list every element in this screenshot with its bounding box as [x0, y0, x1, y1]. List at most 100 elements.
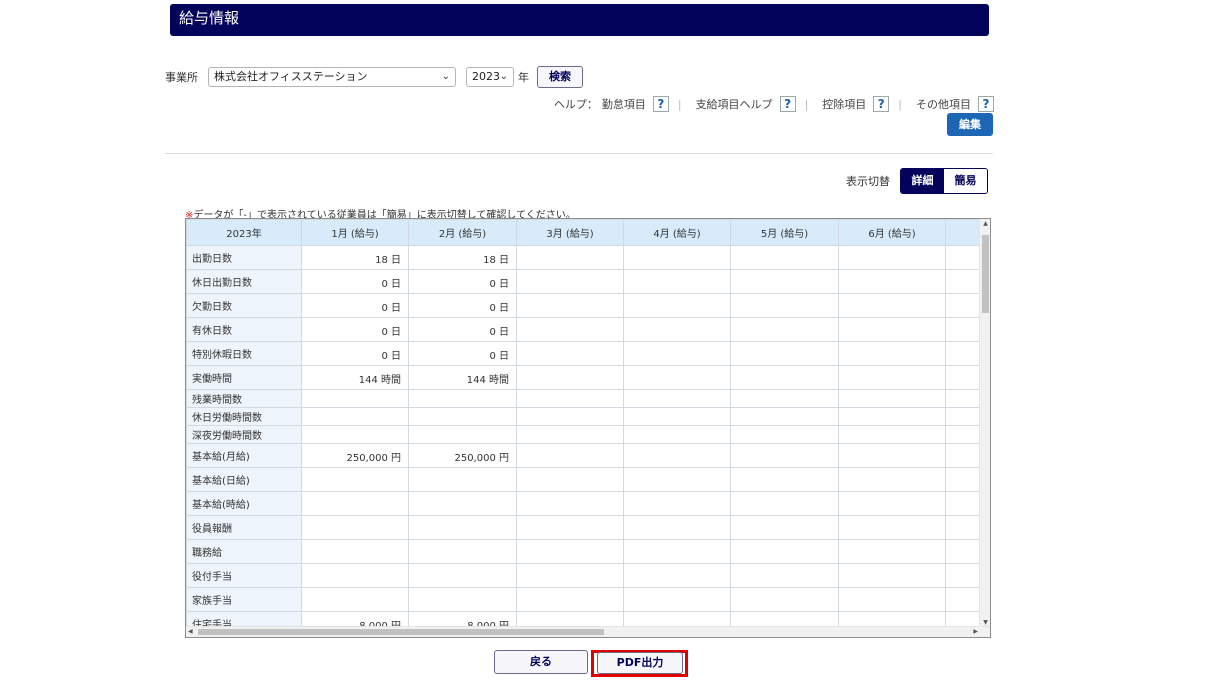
table-cell: 0 日 [301, 269, 409, 294]
office-select[interactable]: 株式会社オフィスステーション ⌄ [208, 67, 456, 87]
table-cell [623, 587, 731, 612]
table-cell [838, 515, 946, 540]
table-cell: 144 時間 [301, 365, 409, 390]
table-cell [516, 269, 624, 294]
help-icon[interactable]: ? [652, 96, 669, 112]
table-cell [623, 563, 731, 588]
column-header: 1月 (給与) [301, 219, 409, 246]
table-row: 欠勤日数 0 日0 日 [186, 293, 990, 318]
table-cell [838, 491, 946, 516]
help-prefix: ヘルプ： [553, 98, 598, 111]
scroll-down-arrow-icon[interactable]: ▼ [980, 619, 990, 626]
scroll-right-arrow-icon[interactable]: ▶ [973, 627, 978, 637]
vertical-scroll-thumb[interactable] [982, 235, 989, 313]
table-cell [730, 269, 839, 294]
table-cell [730, 389, 839, 408]
help-separator: | [898, 97, 902, 111]
table-row: 有休日数 0 日0 日 [186, 317, 990, 342]
table-cell [730, 515, 839, 540]
table-cell [301, 587, 409, 612]
table-cell [730, 341, 839, 366]
scroll-up-arrow-icon[interactable]: ▲ [980, 220, 990, 227]
table-cell: 144 時間 [408, 365, 517, 390]
row-header: 実働時間 [186, 365, 302, 390]
column-header: 2月 (給与) [408, 219, 517, 246]
row-header: 家族手当 [186, 587, 302, 612]
table-cell [408, 491, 517, 516]
table-cell: 250,000 円 [408, 443, 517, 468]
table-cell [838, 341, 946, 366]
pdf-export-button[interactable]: PDF出力 [597, 652, 683, 674]
table-cell [730, 245, 839, 270]
help-item-other-label: その他項目 [916, 98, 971, 111]
table-cell [730, 587, 839, 612]
edit-button[interactable]: 編集 [947, 113, 993, 136]
table-cell [623, 317, 731, 342]
help-item-payment-label: 支給項目ヘルプ [695, 98, 773, 111]
row-header: 休日出勤日数 [186, 269, 302, 294]
table-corner-header: 2023年 [186, 219, 302, 246]
vertical-scrollbar[interactable]: ▲ ▼ [979, 219, 990, 627]
year-select[interactable]: 2023 ⌄ [466, 67, 514, 87]
filter-row: 事業所 株式会社オフィスステーション ⌄ 2023 ⌄ 年 検索 [165, 66, 583, 88]
table-row: 基本給(日給) [186, 467, 990, 492]
divider [165, 153, 993, 154]
table-row: 特別休暇日数 0 日0 日 [186, 341, 990, 366]
horizontal-scroll-thumb[interactable] [198, 629, 604, 635]
table-cell [730, 467, 839, 492]
back-button[interactable]: 戻る [494, 650, 588, 674]
scroll-left-arrow-icon[interactable]: ◀ [188, 627, 193, 637]
table-cell: 0 日 [301, 341, 409, 366]
table-cell [623, 407, 731, 426]
table-cell [516, 587, 624, 612]
table-cell [516, 539, 624, 564]
table-cell [301, 515, 409, 540]
year-select-value: 2023 [472, 70, 500, 83]
table-cell [623, 515, 731, 540]
table-cell [838, 389, 946, 408]
table-cell [408, 389, 517, 408]
table-cell: 0 日 [408, 269, 517, 294]
view-detail-button[interactable]: 詳細 [901, 169, 944, 193]
table-cell [730, 539, 839, 564]
table-cell [301, 539, 409, 564]
table-cell [516, 491, 624, 516]
table-cell [838, 269, 946, 294]
table-cell [730, 563, 839, 588]
table-row: 出勤日数 18 日 18 日 [186, 245, 990, 270]
table-row: 役員報酬 [186, 515, 990, 540]
row-header: 深夜労働時間数 [186, 425, 302, 444]
help-icon[interactable]: ? [978, 96, 994, 112]
horizontal-scrollbar[interactable]: ◀ ▶ [186, 626, 990, 637]
table-cell [408, 563, 517, 588]
row-header: 職務給 [186, 539, 302, 564]
table-cell [730, 491, 839, 516]
table-cell [516, 407, 624, 426]
payroll-table-container[interactable]: 2023年 1月 (給与) 2月 (給与) 3月 (給与) 4月 (給与) 5月… [185, 218, 991, 638]
view-simple-button[interactable]: 簡易 [944, 169, 987, 193]
help-separator: | [677, 97, 682, 111]
row-header: 基本給(時給) [186, 491, 302, 516]
table-cell [408, 425, 517, 444]
table-cell [516, 317, 624, 342]
table-row: 休日労働時間数 [186, 407, 990, 426]
table-cell: 0 日 [301, 317, 409, 342]
office-label: 事業所 [165, 71, 198, 84]
row-header: 有休日数 [186, 317, 302, 342]
row-header: 残業時間数 [186, 389, 302, 408]
chevron-down-icon: ⌄ [441, 71, 450, 82]
table-cell [516, 341, 624, 366]
table-cell [730, 317, 839, 342]
table-cell [730, 293, 839, 318]
table-cell [623, 293, 731, 318]
help-icon[interactable]: ? [873, 96, 890, 112]
row-header: 役付手当 [186, 563, 302, 588]
table-cell [730, 407, 839, 426]
office-select-value: 株式会社オフィスステーション [214, 70, 368, 83]
help-icon[interactable]: ? [779, 96, 796, 112]
table-cell [838, 293, 946, 318]
table-cell [301, 425, 409, 444]
table-row: 残業時間数 [186, 389, 990, 408]
search-button[interactable]: 検索 [537, 66, 583, 88]
table-cell [408, 467, 517, 492]
